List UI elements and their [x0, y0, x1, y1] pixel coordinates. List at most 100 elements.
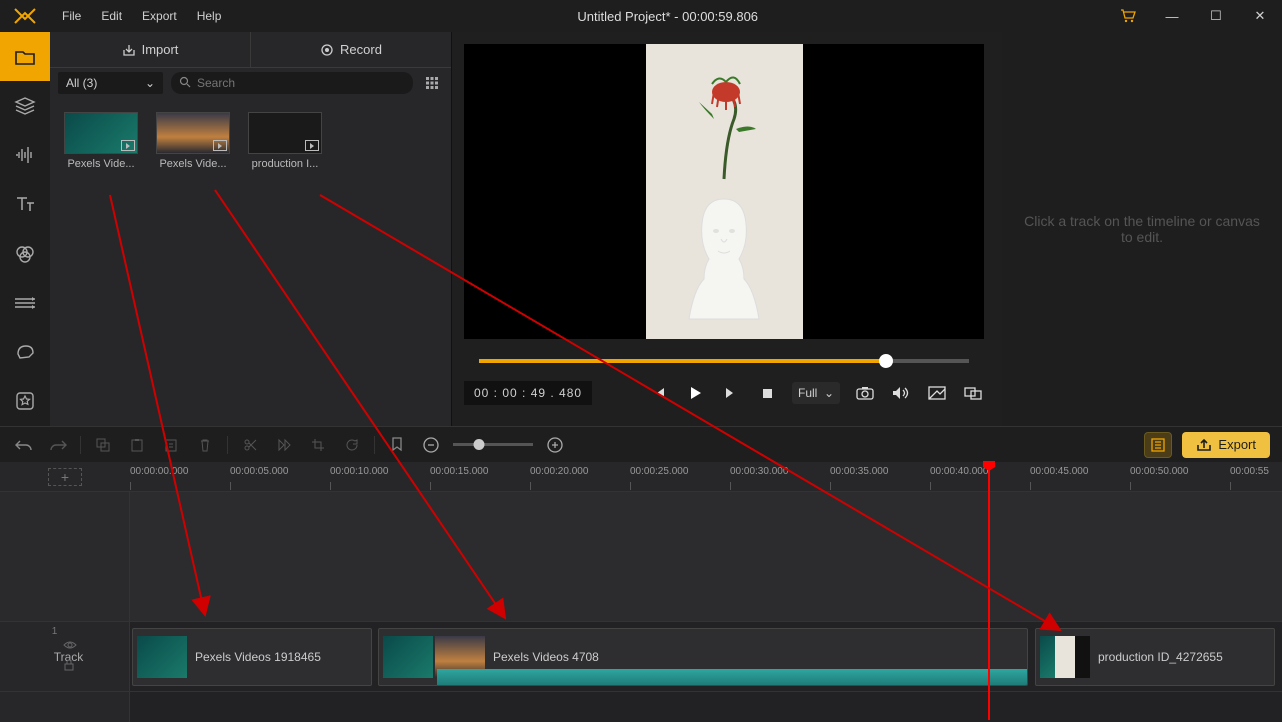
track-head-empty [0, 492, 129, 622]
fullscreen-icon[interactable] [962, 382, 984, 404]
sidebar-transitions-icon[interactable] [0, 278, 50, 327]
media-search-input[interactable] [197, 76, 405, 90]
render-button[interactable] [1144, 432, 1172, 458]
zoom-in-button[interactable] [543, 433, 567, 457]
media-search[interactable] [171, 72, 413, 94]
menu-export[interactable]: Export [134, 5, 185, 27]
ruler-tick: 00:00:15.000 [430, 466, 488, 477]
split-button[interactable] [238, 433, 262, 457]
preview-canvas[interactable] [464, 44, 984, 339]
delete-button[interactable] [193, 433, 217, 457]
zoom-slider[interactable] [453, 443, 533, 446]
media-filter-row: All (3) ⌄ [50, 68, 451, 98]
media-thumb [156, 112, 230, 154]
timeline-ruler[interactable]: 00:00:00.000 00:00:05.000 00:00:10.000 0… [130, 462, 1282, 491]
ruler-tick: 00:00:05.000 [230, 466, 288, 477]
eye-icon[interactable] [63, 639, 77, 653]
cart-icon[interactable] [1106, 9, 1150, 23]
video-badge-icon [121, 140, 135, 151]
snapshot-icon[interactable] [854, 382, 876, 404]
media-item-label: Pexels Vide... [156, 158, 230, 170]
sidebar-media-icon[interactable] [0, 32, 50, 81]
media-filter-select[interactable]: All (3) ⌄ [58, 72, 163, 94]
sidebar-filters-icon[interactable] [0, 229, 50, 278]
record-tab[interactable]: Record [251, 32, 451, 68]
media-thumb [64, 112, 138, 154]
import-tab[interactable]: Import [50, 32, 251, 68]
paste-attr-button[interactable] [159, 433, 183, 457]
record-icon [320, 43, 334, 57]
window-controls: — ☐ ✕ [1150, 0, 1282, 32]
media-filter-label: All (3) [66, 76, 97, 90]
sidebar-favorites-icon[interactable] [0, 377, 50, 426]
aspect-icon[interactable] [926, 382, 948, 404]
redo-button[interactable] [46, 433, 70, 457]
clip-label: Pexels Videos 4708 [493, 650, 599, 664]
paste-button[interactable] [125, 433, 149, 457]
lock-icon[interactable] [63, 659, 77, 674]
media-item-1[interactable]: Pexels Vide... [64, 112, 138, 170]
ruler-tick: 00:00:45.000 [1030, 466, 1088, 477]
next-frame-button[interactable] [720, 382, 742, 404]
media-item-3[interactable]: production I... [248, 112, 322, 170]
add-track-button[interactable]: + [48, 468, 82, 486]
undo-button[interactable] [12, 433, 36, 457]
media-thumb [248, 112, 322, 154]
track-head[interactable]: 1 Track [0, 622, 129, 692]
stop-button[interactable] [756, 382, 778, 404]
titlebar: File Edit Export Help Untitled Project* … [0, 0, 1282, 32]
grid-view-icon[interactable] [421, 72, 443, 94]
crop-button[interactable] [306, 433, 330, 457]
prev-frame-button[interactable] [648, 382, 670, 404]
track-body-empty[interactable] [130, 492, 1282, 622]
timeline-toolbar: Export [0, 426, 1282, 462]
preview-panel: 00 : 00 : 49 . 480 Full ⌄ [452, 32, 1002, 426]
playhead[interactable] [988, 462, 990, 720]
copy-button[interactable] [91, 433, 115, 457]
clip-label: production ID_4272655 [1098, 650, 1223, 664]
import-icon [122, 43, 136, 57]
export-icon [1196, 438, 1212, 452]
sidebar-layers-icon[interactable] [0, 81, 50, 130]
speed-button[interactable] [272, 433, 296, 457]
menu-file[interactable]: File [54, 5, 89, 27]
rotate-button[interactable] [340, 433, 364, 457]
preview-quality-select[interactable]: Full ⌄ [792, 382, 840, 404]
marker-button[interactable] [385, 433, 409, 457]
chevron-down-icon: ⌄ [824, 386, 834, 400]
sidebar-elements-icon[interactable] [0, 328, 50, 377]
sidebar-audio-icon[interactable] [0, 131, 50, 180]
clip-audio-bar [437, 669, 1027, 685]
play-button[interactable] [684, 382, 706, 404]
clip-2[interactable]: Pexels Videos 4708 [378, 628, 1028, 686]
media-grid: Pexels Vide... Pexels Vide... production… [50, 98, 451, 426]
clip-3[interactable]: production ID_4272655 [1035, 628, 1275, 686]
zoom-out-button[interactable] [419, 433, 443, 457]
export-button[interactable]: Export [1182, 432, 1270, 458]
media-item-2[interactable]: Pexels Vide... [156, 112, 230, 170]
zoom-knob[interactable] [473, 439, 484, 450]
menu-bar: File Edit Export Help [50, 5, 229, 27]
preview-quality-label: Full [798, 386, 817, 400]
preview-timecode: 00 : 00 : 49 . 480 [464, 381, 592, 405]
sidebar-text-icon[interactable] [0, 180, 50, 229]
seek-knob[interactable] [879, 354, 893, 368]
maximize-button[interactable]: ☐ [1194, 0, 1238, 32]
ruler-tick: 00:00:55 [1230, 466, 1269, 477]
preview-image [646, 44, 803, 339]
close-button[interactable]: ✕ [1238, 0, 1282, 32]
volume-icon[interactable] [890, 382, 912, 404]
menu-edit[interactable]: Edit [93, 5, 130, 27]
clip-1[interactable]: Pexels Videos 1918465 [132, 628, 372, 686]
preview-seek-slider[interactable] [479, 359, 969, 363]
track-body[interactable]: Pexels Videos 1918465 Pexels Videos 4708… [130, 622, 1282, 692]
left-sidebar [0, 32, 50, 426]
minimize-button[interactable]: — [1150, 0, 1194, 32]
clip-thumb [1040, 636, 1090, 678]
menu-help[interactable]: Help [189, 5, 230, 27]
ruler-tick: 00:00:00.000 [130, 466, 188, 477]
timeline: + 00:00:00.000 00:00:05.000 00:00:10.000… [0, 462, 1282, 722]
export-button-label: Export [1218, 437, 1256, 452]
video-badge-icon [213, 140, 227, 151]
ruler-tick: 00:00:20.000 [530, 466, 588, 477]
